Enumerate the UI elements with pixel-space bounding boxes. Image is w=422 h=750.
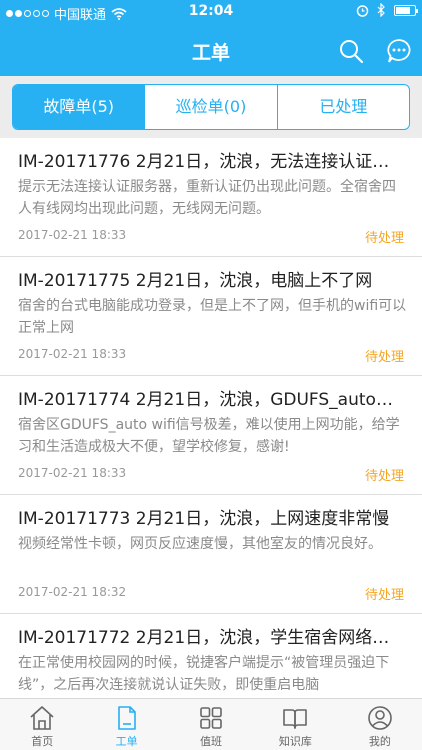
ticket-title: IM-20171774 2月21日，沈浪，GDUFS_auto wifi信号极差 — [18, 390, 398, 410]
bottom-tab-label: 值班 — [200, 735, 223, 748]
bottom-tab-bar: 首页 工单 值班 知识库 我的 — [0, 698, 422, 750]
alarm-icon — [356, 4, 369, 17]
tab-inspection-orders[interactable]: 巡检单(0) — [144, 85, 276, 129]
bottom-tab-label: 知识库 — [278, 735, 312, 748]
tab-processed[interactable]: 已处理 — [276, 85, 409, 129]
document-icon — [117, 706, 136, 730]
tabs-area: 故障单(5) 巡检单(0) 已处理 — [0, 76, 422, 138]
ticket-date: 2017-02-21 18:33 — [18, 228, 127, 242]
ticket-title: IM-20171776 2月21日，沈浪，无法连接认证服务器 — [18, 152, 398, 172]
bottom-tab-orders[interactable]: 工单 — [84, 699, 168, 750]
nav-bar: 工单 — [0, 24, 422, 76]
ticket-title: IM-20171772 2月21日，沈浪，学生宿舍网络问题 — [18, 628, 398, 648]
home-icon — [30, 706, 54, 730]
battery-icon — [394, 4, 418, 16]
bottom-tab-label: 我的 — [368, 735, 391, 748]
bottom-tab-mine[interactable]: 我的 — [338, 699, 422, 750]
status-badge: 待处理 — [364, 469, 404, 484]
list-item[interactable]: IM-20171776 2月21日，沈浪，无法连接认证服务器 提示无法连接认证服… — [0, 138, 422, 257]
list-item[interactable]: IM-20171774 2月21日，沈浪，GDUFS_auto wifi信号极差… — [0, 376, 422, 495]
ticket-description: 宿舍区GDUFS_auto wifi信号极差，难以使用上网功能，给学习和生活造成… — [18, 417, 400, 455]
ticket-description: 视频经常性卡顿，网页反应速度慢，其他室友的情况良好。 — [18, 536, 382, 552]
chat-icon[interactable] — [386, 38, 412, 64]
status-badge: 待处理 — [364, 588, 404, 603]
status-bar: 中国联通 12:04 — [0, 0, 422, 24]
bottom-tab-knowledge[interactable]: 知识库 — [253, 699, 337, 750]
app-header: 中国联通 12:04 工单 — [0, 0, 422, 76]
ticket-list: IM-20171776 2月21日，沈浪，无法连接认证服务器 提示无法连接认证服… — [0, 138, 422, 698]
bluetooth-icon — [377, 3, 385, 17]
segmented-tabs: 故障单(5) 巡检单(0) 已处理 — [12, 84, 410, 130]
list-item[interactable]: IM-20171775 2月21日，沈浪，电脑上不了网 宿舍的台式电脑能成功登录… — [0, 257, 422, 376]
book-icon — [283, 709, 308, 729]
status-badge: 待处理 — [364, 350, 404, 365]
ticket-description: 宿舍的台式电脑能成功登录，但是上不了网，但手机的wifi可以正常上网 — [18, 298, 407, 336]
list-item[interactable]: IM-20171772 2月21日，沈浪，学生宿舍网络问题 在正常使用校园网的时… — [0, 614, 422, 698]
tab-fault-orders[interactable]: 故障单(5) — [13, 85, 145, 129]
ticket-title: IM-20171773 2月21日，沈浪，上网速度非常慢 — [18, 509, 390, 529]
status-badge: 待处理 — [364, 231, 404, 246]
bottom-tab-label: 首页 — [31, 735, 54, 748]
list-item[interactable]: IM-20171773 2月21日，沈浪，上网速度非常慢 视频经常性卡顿，网页反… — [0, 495, 422, 614]
bottom-tab-duty[interactable]: 值班 — [169, 699, 253, 750]
bottom-tab-label: 工单 — [115, 735, 138, 748]
ticket-description: 在正常使用校园网的时候，锐捷客户端提示“被管理员强迫下线”，之后再次连接就说认证… — [18, 655, 390, 693]
search-icon[interactable] — [338, 38, 364, 64]
ticket-date: 2017-02-21 18:33 — [18, 466, 127, 480]
ticket-title: IM-20171775 2月21日，沈浪，电脑上不了网 — [18, 271, 373, 291]
ticket-description: 提示无法连接认证服务器，重新认证仍出现此问题。全宿舍四人有线网均出现此问题，无线… — [18, 179, 396, 217]
grid-icon — [200, 707, 222, 729]
ticket-date: 2017-02-21 18:32 — [18, 585, 127, 599]
ticket-date: 2017-02-21 18:33 — [18, 347, 127, 361]
profile-icon — [368, 706, 392, 730]
bottom-tab-home[interactable]: 首页 — [0, 699, 84, 750]
